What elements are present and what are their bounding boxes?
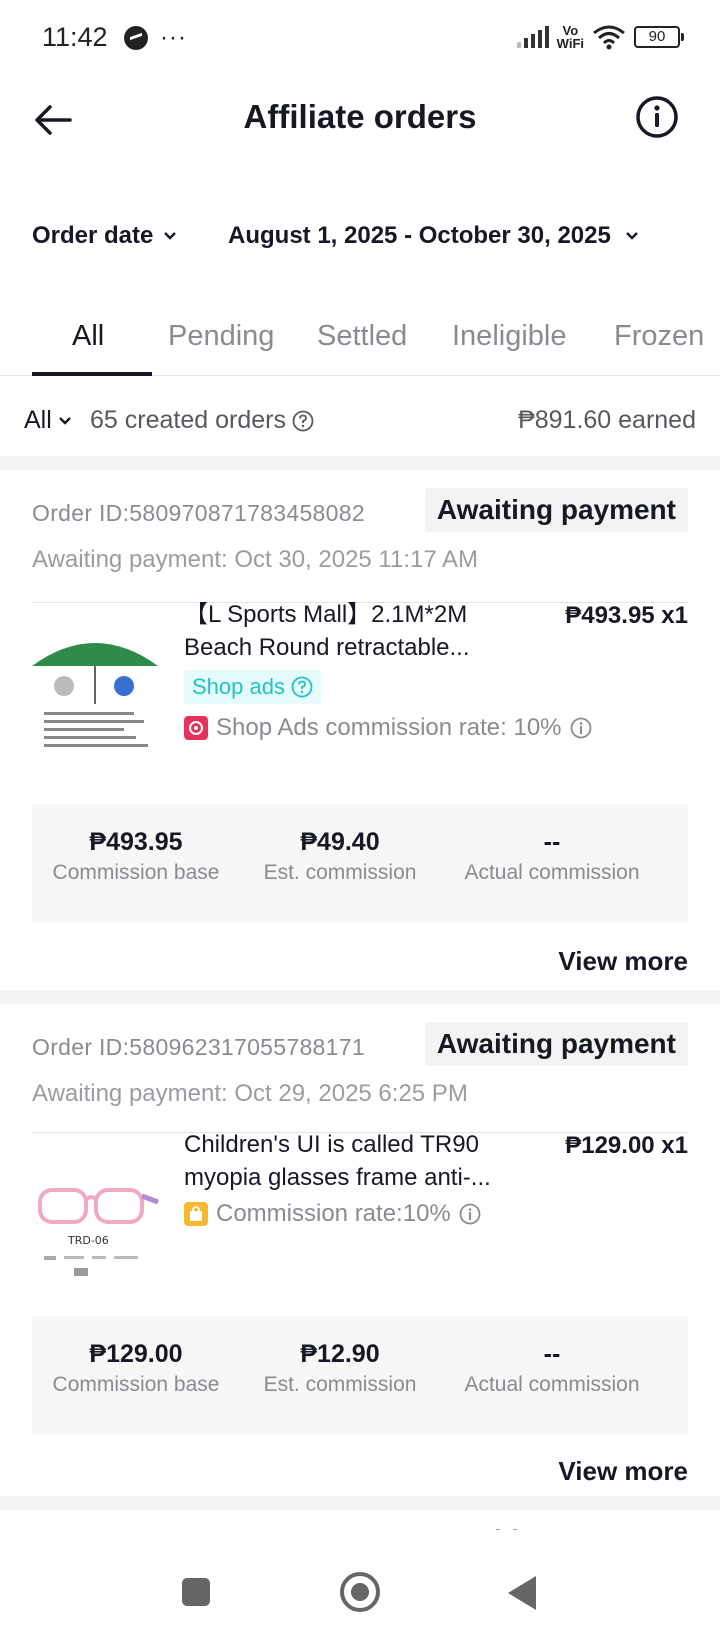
chevron-down-icon bbox=[58, 416, 71, 425]
wifi-icon bbox=[593, 25, 625, 50]
tab-settled[interactable]: Settled bbox=[317, 320, 407, 353]
order-card: Order ID:580962317055788171 Awaiting pay… bbox=[0, 1004, 720, 1504]
date-filter-row: Order date August 1, 2025 - October 30, … bbox=[0, 222, 720, 266]
order-count: 65 created orders bbox=[90, 406, 314, 435]
notification-icons: ··· bbox=[124, 26, 187, 50]
help-icon bbox=[291, 676, 313, 698]
info-icon[interactable] bbox=[570, 717, 592, 739]
info-icon[interactable] bbox=[459, 1203, 481, 1225]
active-tab-indicator bbox=[32, 372, 152, 376]
status-filter-dropdown[interactable]: All bbox=[24, 406, 72, 435]
more-notifications-icon: ··· bbox=[160, 24, 187, 51]
section-divider bbox=[0, 456, 720, 470]
status-time: Awaiting payment: Oct 30, 2025 11:17 AM bbox=[32, 546, 479, 573]
product-image-glasses[interactable]: TRD-06 bbox=[30, 1160, 160, 1290]
view-more-link[interactable]: View more bbox=[558, 1456, 688, 1487]
date-range-dropdown[interactable]: August 1, 2025 - October 30, 2025 bbox=[228, 222, 639, 250]
info-icon[interactable] bbox=[634, 94, 680, 140]
product-title[interactable]: Children's UI is called TR90 myopia glas… bbox=[184, 1128, 514, 1194]
summary-row: All 65 created orders ₱891.60 earned bbox=[0, 400, 720, 440]
view-more-link[interactable]: View more bbox=[558, 946, 688, 977]
est-commission: ₱12.90 Est. commission bbox=[263, 1340, 417, 1396]
commission-summary: ₱129.00 Commission base ₱12.90 Est. comm… bbox=[32, 1316, 688, 1434]
chevron-down-icon bbox=[625, 232, 638, 240]
commission-rate: Commission rate:10% bbox=[184, 1200, 481, 1228]
tab-ineligible[interactable]: Ineligible bbox=[452, 320, 566, 353]
est-commission: ₱49.40 Est. commission bbox=[263, 828, 417, 884]
commission-summary: ₱493.95 Commission base ₱49.40 Est. comm… bbox=[32, 804, 688, 922]
signal-icon bbox=[516, 26, 549, 48]
status-bar: 11:42 ··· Vo WiFi 90 bbox=[0, 0, 720, 80]
commission-rate: Shop Ads commission rate: 10% bbox=[184, 714, 592, 742]
product-price: ₱129.00 x1 bbox=[565, 1132, 688, 1159]
chevron-down-icon bbox=[164, 232, 177, 240]
order-id: Order ID:580962317055788171 bbox=[32, 1034, 365, 1060]
status-badge: Awaiting payment bbox=[424, 488, 688, 532]
shop-bag-icon bbox=[184, 1202, 208, 1226]
status-tabs: All Pending Settled Ineligible Frozen bbox=[0, 300, 720, 376]
messenger-icon bbox=[124, 26, 148, 50]
back-button[interactable] bbox=[508, 1576, 536, 1610]
system-icons: Vo WiFi 90 bbox=[516, 23, 684, 51]
commission-base: ₱493.95 Commission base bbox=[52, 828, 220, 884]
recents-button[interactable] bbox=[182, 1578, 210, 1606]
system-nav-bar bbox=[0, 1530, 720, 1640]
product-price: ₱493.95 x1 bbox=[565, 602, 688, 629]
actual-commission: -- Actual commission bbox=[464, 828, 640, 884]
battery-icon: 90 bbox=[634, 26, 684, 48]
tab-all[interactable]: All bbox=[72, 320, 104, 353]
status-time: 11:42 bbox=[42, 22, 108, 52]
actual-commission: -- Actual commission bbox=[464, 1340, 640, 1396]
vowifi-icon: Vo WiFi bbox=[556, 23, 584, 51]
shop-ads-badge-icon bbox=[184, 716, 208, 740]
order-count-label: 65 created orders bbox=[90, 406, 286, 434]
shop-ads-tag[interactable]: Shop ads bbox=[184, 670, 321, 704]
section-divider bbox=[0, 1496, 720, 1510]
header: Affiliate orders bbox=[0, 80, 720, 160]
order-id: Order ID:580970871783458082 bbox=[32, 500, 365, 526]
image-label: TRD-06 bbox=[67, 1234, 109, 1247]
order-date-label: Order date bbox=[32, 222, 154, 249]
commission-base: ₱129.00 Commission base bbox=[52, 1340, 220, 1396]
tab-pending[interactable]: Pending bbox=[168, 320, 274, 353]
section-divider bbox=[0, 990, 720, 1004]
page-title: Affiliate orders bbox=[243, 98, 477, 135]
earned-total: ₱891.60 earned bbox=[518, 406, 696, 434]
product-title[interactable]: 【L Sports Mall】2.1M*2M Beach Round retra… bbox=[184, 598, 514, 664]
product-image-umbrella[interactable] bbox=[30, 632, 160, 762]
date-range-label: August 1, 2025 - October 30, 2025 bbox=[228, 222, 611, 249]
help-icon[interactable] bbox=[292, 410, 314, 432]
status-badge: Awaiting payment bbox=[424, 1022, 688, 1066]
home-button[interactable] bbox=[340, 1572, 380, 1612]
order-date-dropdown[interactable]: Order date bbox=[32, 222, 177, 250]
status-filter-label: All bbox=[24, 406, 52, 434]
order-card: Order ID:580970871783458082 Awaiting pay… bbox=[0, 470, 720, 990]
tab-frozen[interactable]: Frozen bbox=[614, 320, 704, 353]
status-time: Awaiting payment: Oct 29, 2025 6:25 PM bbox=[32, 1080, 468, 1107]
